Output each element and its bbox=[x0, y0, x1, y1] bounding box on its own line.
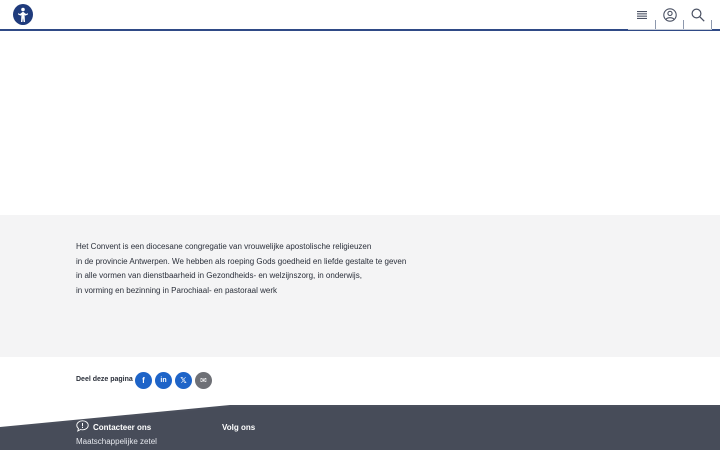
search-button[interactable] bbox=[684, 0, 712, 30]
intro-line: Het Convent is een diocesane congregatie… bbox=[76, 242, 372, 251]
search-icon bbox=[691, 8, 705, 22]
header-underline bbox=[684, 29, 712, 30]
intro-line: in de provincie Antwerpen. We hebben als… bbox=[76, 256, 407, 266]
hero-area bbox=[0, 33, 720, 215]
facebook-icon: f bbox=[142, 375, 145, 385]
share-section: Deel deze pagina f in 𝕏 ✉ bbox=[0, 357, 720, 405]
header-underline bbox=[656, 29, 684, 30]
x-icon: 𝕏 bbox=[180, 375, 187, 385]
share-x-button[interactable]: 𝕏 bbox=[175, 372, 192, 389]
chat-bubble-icon bbox=[76, 420, 89, 432]
email-icon: ✉ bbox=[200, 375, 207, 385]
share-linkedin-button[interactable]: in bbox=[155, 372, 172, 389]
intro-line: in vorming en bezinning in Parochiaal- e… bbox=[76, 285, 277, 295]
menu-button[interactable] bbox=[628, 0, 656, 30]
site-header bbox=[0, 0, 720, 31]
site-logo-icon[interactable] bbox=[13, 4, 33, 25]
intro-text: Het Convent is een diocesane congregatie… bbox=[76, 240, 416, 298]
hamburger-menu-icon bbox=[637, 11, 647, 19]
linkedin-icon: in bbox=[160, 377, 167, 384]
share-label: Deel deze pagina bbox=[76, 376, 133, 383]
share-email-button[interactable]: ✉ bbox=[195, 372, 212, 389]
footer-follow-title: Volg ons bbox=[222, 423, 256, 432]
header-underline bbox=[628, 29, 656, 30]
user-account-icon bbox=[663, 8, 677, 22]
intro-section: Het Convent is een diocesane congregatie… bbox=[0, 215, 720, 357]
footer-contact-title[interactable]: Contacteer ons bbox=[93, 423, 151, 432]
footer-contact-subtitle: Maatschappelijke zetel bbox=[76, 437, 157, 446]
intro-line: in alle vormen van dienstbaarheid in Gez… bbox=[76, 271, 362, 280]
saint-figure-logo-icon bbox=[18, 7, 28, 22]
user-account-button[interactable] bbox=[656, 0, 684, 30]
share-facebook-button[interactable]: f bbox=[135, 372, 152, 389]
site-footer: Contacteer ons Maatschappelijke zetel Vo… bbox=[0, 405, 720, 450]
